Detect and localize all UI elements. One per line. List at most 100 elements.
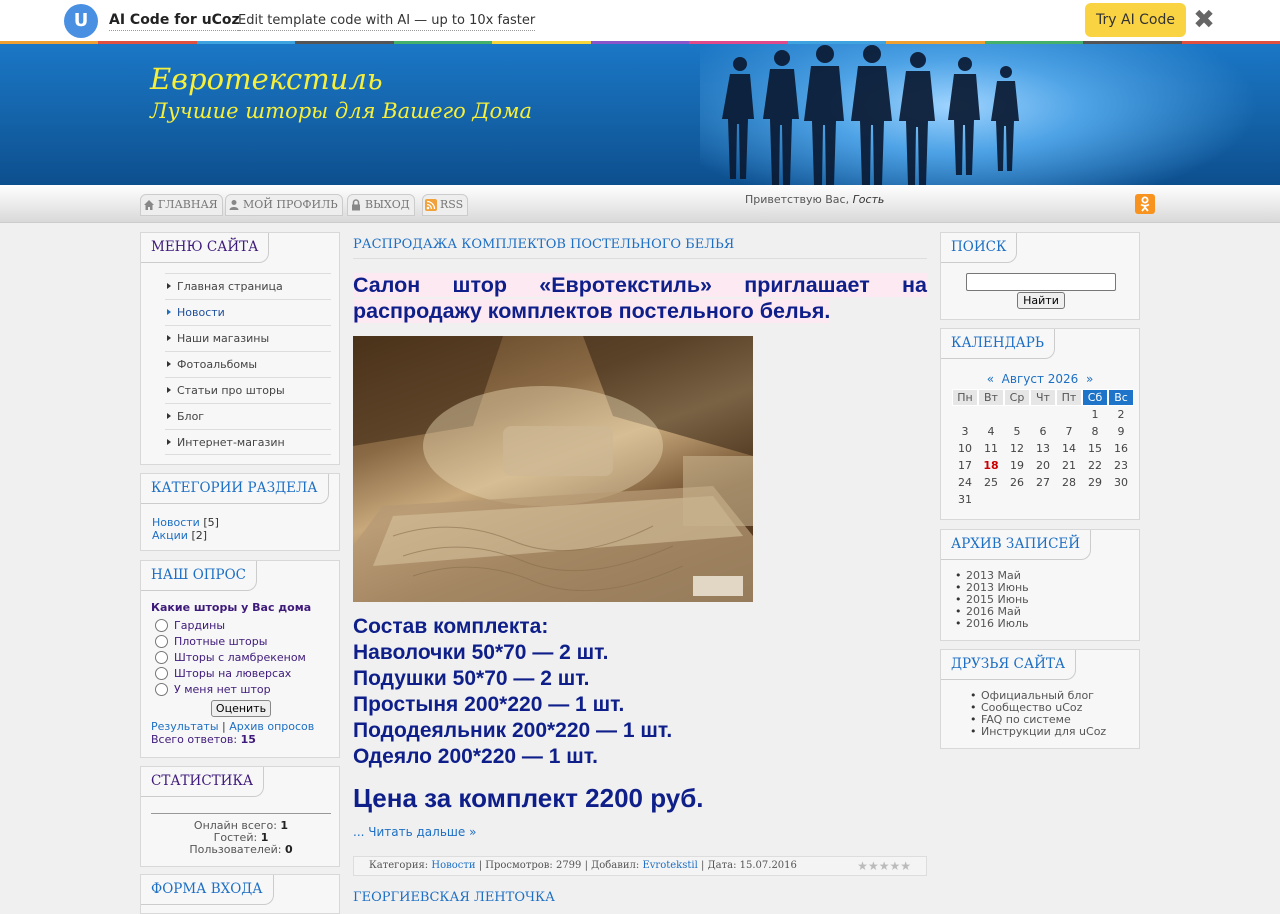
menu-item-shops[interactable]: Наши магазины: [165, 325, 331, 351]
calendar-day[interactable]: 7: [1056, 423, 1082, 440]
composition-item: Наволочки 50*70 — 2 шт.: [353, 641, 609, 664]
nav-logout[interactable]: ВЫХОД: [347, 194, 415, 216]
archive-item[interactable]: 2016 Июль: [955, 618, 1029, 631]
calendar-day[interactable]: 6: [1030, 423, 1056, 440]
calendar-day[interactable]: 21: [1056, 457, 1082, 474]
poll-option[interactable]: Гардины: [151, 617, 331, 633]
calendar-day[interactable]: 20: [1030, 457, 1056, 474]
calendar-day[interactable]: 16: [1108, 440, 1134, 457]
poll-form: Какие шторы у Вас дома Гардины Плотные ш…: [151, 601, 331, 746]
calendar-day[interactable]: 9: [1108, 423, 1134, 440]
calendar-day[interactable]: 13: [1030, 440, 1056, 457]
meta-author-link[interactable]: Evrotekstil: [642, 860, 697, 871]
calendar-day[interactable]: 29: [1082, 474, 1108, 491]
ucoz-logo-icon[interactable]: U: [64, 4, 98, 38]
radio-button[interactable]: [155, 634, 168, 648]
menu-item-articles[interactable]: Статьи про шторы: [165, 377, 331, 403]
poll-option[interactable]: Шторы на люверсах: [151, 665, 331, 681]
calendar-day[interactable]: 26: [1004, 474, 1030, 491]
calendar-day[interactable]: 12: [1004, 440, 1030, 457]
meta-category-link[interactable]: Новости: [431, 860, 475, 871]
nav-profile[interactable]: МОЙ ПРОФИЛЬ: [225, 194, 343, 216]
menu-item-shop[interactable]: Интернет-магазин: [165, 429, 331, 455]
bedding-photo-illustration: [353, 336, 753, 602]
category-link-news[interactable]: Новости: [152, 516, 200, 529]
calendar-empty-cell: [1056, 491, 1082, 508]
calendar-day[interactable]: 2: [1108, 406, 1134, 423]
promo-text-link[interactable]: Edit template code with AI — up to 10x f…: [238, 13, 536, 31]
calendar-week-row: 10 11 12 13 14 15 16: [952, 440, 1134, 457]
post-title[interactable]: Распродажа комплектов постельного белья: [353, 237, 734, 252]
search-input[interactable]: [966, 273, 1116, 291]
calendar-week-row: 24 25 26 27 28 29 30: [952, 474, 1134, 491]
post-meta: Категория: Новости | Просмотров: 2799 | …: [353, 856, 927, 876]
menu-item-news[interactable]: Новости: [165, 299, 331, 325]
calendar-day[interactable]: 19: [1004, 457, 1030, 474]
odnoklassniki-icon[interactable]: [1135, 194, 1155, 214]
category-count: [2]: [191, 529, 208, 542]
calendar-next-link[interactable]: »: [1086, 372, 1093, 386]
calendar-day[interactable]: 30: [1108, 474, 1134, 491]
calendar-empty-cell: [1108, 491, 1134, 508]
menu-item-home[interactable]: Главная страница: [165, 273, 331, 299]
star-icon[interactable]: ★: [889, 860, 900, 872]
radio-button[interactable]: [155, 618, 168, 632]
calendar-day[interactable]: 25: [978, 474, 1004, 491]
calendar-day[interactable]: 10: [952, 440, 978, 457]
meta-category-label: Категория:: [369, 860, 429, 871]
calendar-day[interactable]: 24: [952, 474, 978, 491]
promo-brand-link[interactable]: AI Code for uCoz: [109, 12, 240, 31]
archive-list: 2013 Май 2013 Июнь 2015 Июнь 2016 Май 20…: [955, 570, 1029, 631]
poll-results-link[interactable]: Результаты: [151, 720, 219, 733]
calendar-day[interactable]: 11: [978, 440, 1004, 457]
meta-date: | Дата: 15.07.2016: [700, 860, 797, 871]
calendar-weekday: Пн: [952, 389, 978, 406]
vote-button[interactable]: Оценить: [211, 700, 271, 717]
poll-block: Наш опрос Какие шторы у Вас дома Гардины…: [140, 560, 340, 758]
nav-rss[interactable]: RSS: [422, 194, 469, 216]
calendar-day[interactable]: 3: [952, 423, 978, 440]
calendar-day[interactable]: 1: [1082, 406, 1108, 423]
calendar-month-link[interactable]: Август 2026: [1002, 372, 1079, 386]
site-title[interactable]: Евротекстиль: [150, 62, 383, 96]
calendar-weekday: Чт: [1030, 389, 1056, 406]
calendar-day[interactable]: 8: [1082, 423, 1108, 440]
calendar-day[interactable]: 27: [1030, 474, 1056, 491]
calendar-day[interactable]: 28: [1056, 474, 1082, 491]
calendar-day[interactable]: 5: [1004, 423, 1030, 440]
search-button[interactable]: Найти: [1017, 292, 1065, 309]
poll-option[interactable]: Плотные шторы: [151, 633, 331, 649]
calendar-day[interactable]: 4: [978, 423, 1004, 440]
calendar-day[interactable]: 15: [1082, 440, 1108, 457]
poll-option[interactable]: У меня нет штор: [151, 681, 331, 697]
calendar-empty-cell: [952, 406, 978, 423]
close-icon[interactable]: ✖: [1192, 7, 1216, 33]
menu-item-blog[interactable]: Блог: [165, 403, 331, 429]
calendar-day[interactable]: 17: [952, 457, 978, 474]
star-icon[interactable]: ★: [857, 860, 868, 872]
next-post-title[interactable]: Георгиевская ленточка: [353, 890, 555, 905]
poll-question: Какие шторы у Вас дома: [151, 601, 312, 614]
radio-button[interactable]: [155, 666, 168, 680]
radio-button[interactable]: [155, 682, 168, 696]
try-ai-code-button[interactable]: Try AI Code: [1085, 3, 1186, 37]
calendar-day[interactable]: 18: [978, 457, 1004, 474]
rating-stars[interactable]: ★ ★ ★ ★ ★: [857, 860, 911, 872]
friends-item[interactable]: Инструкции для uCoz: [970, 726, 1106, 739]
star-icon[interactable]: ★: [900, 860, 911, 872]
greeting: Приветствую Вас, Гость: [745, 193, 884, 206]
read-more-link[interactable]: ... Читать дальше »: [353, 825, 476, 839]
star-icon[interactable]: ★: [868, 860, 879, 872]
nav-home[interactable]: ГЛАВНАЯ: [140, 194, 223, 216]
calendar-day[interactable]: 31: [952, 491, 978, 508]
calendar-day[interactable]: 22: [1082, 457, 1108, 474]
poll-option[interactable]: Шторы с ламбрекеном: [151, 649, 331, 665]
calendar-day[interactable]: 14: [1056, 440, 1082, 457]
calendar-prev-link[interactable]: «: [987, 372, 994, 386]
radio-button[interactable]: [155, 650, 168, 664]
poll-archive-link[interactable]: Архив опросов: [229, 720, 314, 733]
calendar-day[interactable]: 23: [1108, 457, 1134, 474]
category-link-promo[interactable]: Акции: [152, 529, 188, 542]
star-icon[interactable]: ★: [879, 860, 890, 872]
menu-item-photos[interactable]: Фотоальбомы: [165, 351, 331, 377]
